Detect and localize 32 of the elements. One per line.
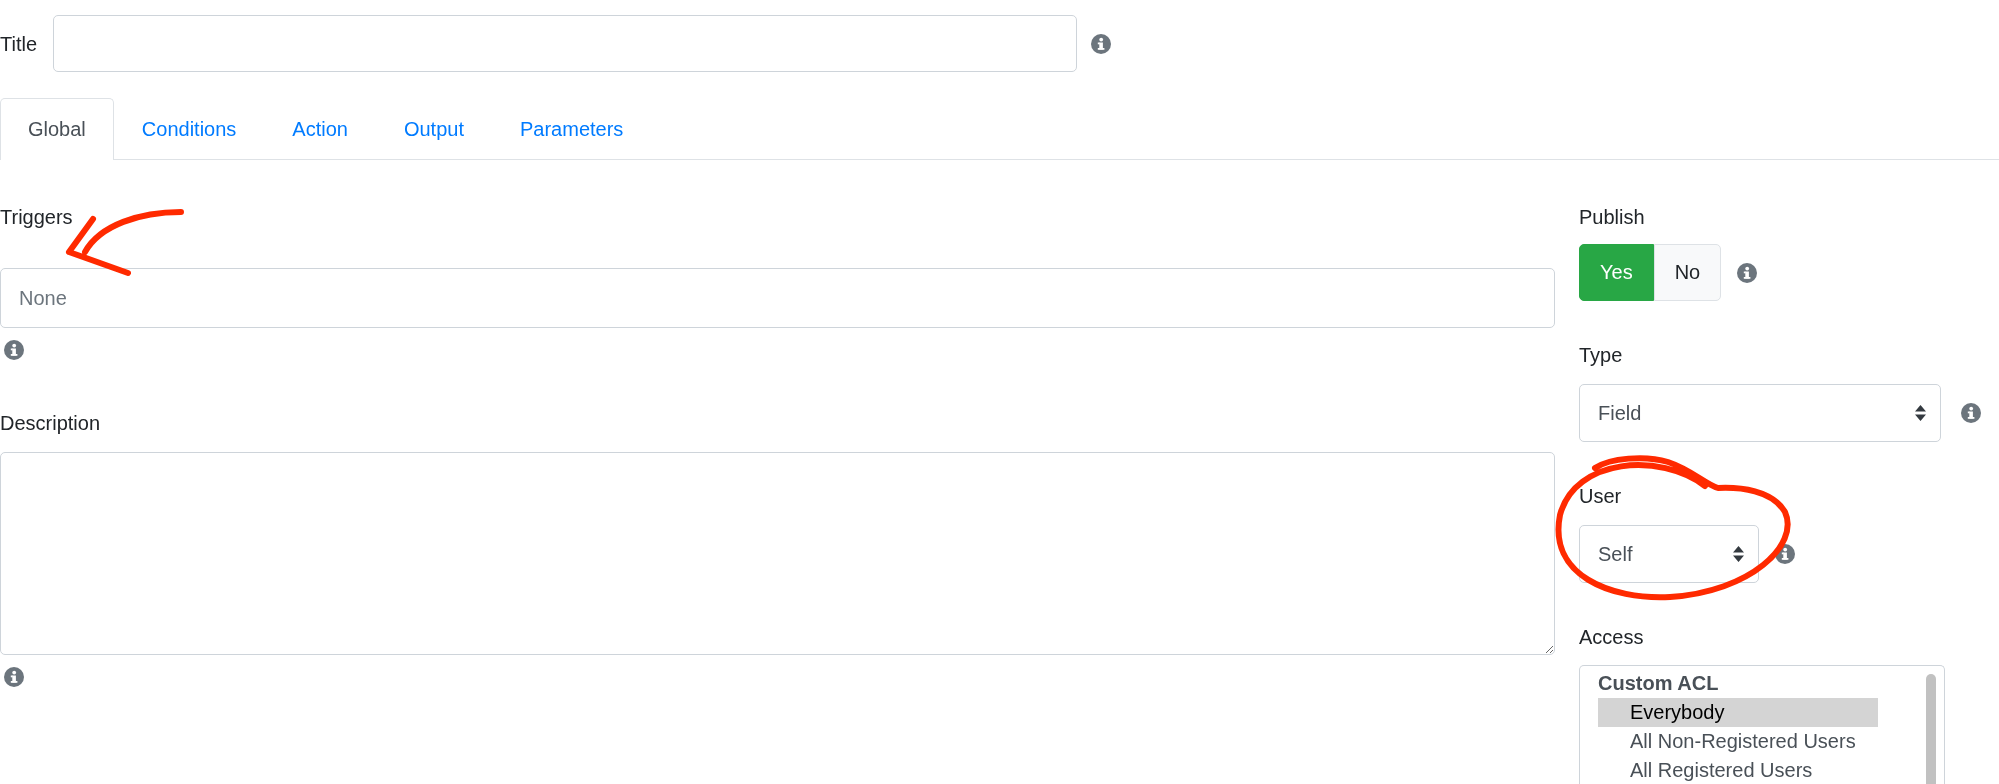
select-dropdown[interactable]: Field xyxy=(1579,384,1941,442)
field-label: Title xyxy=(0,31,39,56)
info-icon xyxy=(4,667,24,687)
up-down-arrow-icon xyxy=(1915,405,1926,421)
select-dropdown[interactable]: Self xyxy=(1579,525,1759,583)
up-down-arrow-icon xyxy=(1733,546,1744,562)
list-option[interactable]: All Registered Users xyxy=(1598,756,1878,784)
access-listbox[interactable]: Custom ACL Everybody All Non-Registered Users All Registered Users xyxy=(1579,665,1945,784)
info-icon xyxy=(1961,403,1981,423)
info-icon xyxy=(1091,33,1111,54)
tab[interactable]: Global xyxy=(0,98,114,160)
title-field[interactable] xyxy=(53,15,1077,72)
field-label: Publish xyxy=(1579,205,1646,229)
tab[interactable]: Output xyxy=(375,98,492,160)
field-label: Type xyxy=(1579,343,1624,367)
triggers-field[interactable]: None xyxy=(0,268,1555,328)
toggle-option[interactable]: No xyxy=(1653,244,1722,301)
field-label: Description xyxy=(0,411,102,435)
tab[interactable]: Action xyxy=(264,98,376,160)
group-heading: Custom ACL xyxy=(1598,671,1720,696)
field-label: User xyxy=(1579,484,1623,508)
info-icon xyxy=(1737,262,1758,283)
field-label: Triggers xyxy=(0,205,74,229)
tab[interactable]: Parameters xyxy=(491,98,652,160)
list-option[interactable]: Everybody xyxy=(1598,698,1878,727)
description-field[interactable] xyxy=(0,452,1555,655)
info-icon xyxy=(4,340,24,360)
tab[interactable]: Conditions xyxy=(113,98,265,160)
field-label: Access xyxy=(1579,625,1645,649)
list-option[interactable]: All Non-Registered Users xyxy=(1598,727,1878,756)
scrollbar[interactable] xyxy=(1926,674,1936,784)
info-icon xyxy=(1775,544,1795,564)
